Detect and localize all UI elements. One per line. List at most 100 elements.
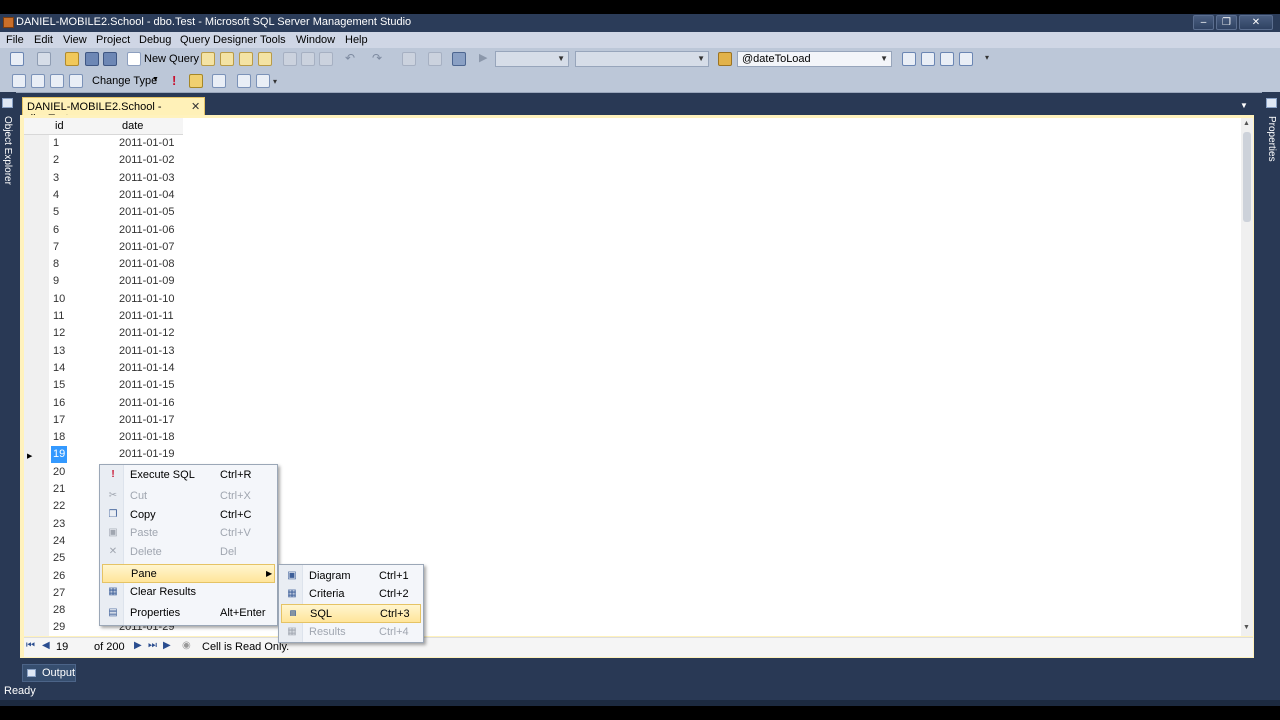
cell-date[interactable]: 2011-01-14 xyxy=(119,360,174,377)
mdx-query-icon[interactable] xyxy=(239,52,253,66)
cell-id[interactable]: 16 xyxy=(53,395,65,412)
menu-debug[interactable]: Debug xyxy=(139,34,171,46)
open-file-icon[interactable] xyxy=(65,52,79,66)
cell-id[interactable]: 18 xyxy=(53,429,65,446)
tab-list-dropdown-icon[interactable]: ▼ xyxy=(1240,101,1250,110)
cell-date[interactable]: 2011-01-19 xyxy=(119,446,174,463)
column-header-date[interactable]: date xyxy=(116,118,183,135)
cell-date[interactable]: 2011-01-07 xyxy=(119,239,174,256)
cell-date[interactable]: 2011-01-01 xyxy=(119,135,174,152)
menu-edit[interactable]: Edit xyxy=(34,34,53,46)
change-type-button[interactable]: Change Type xyxy=(92,75,157,87)
cell-date[interactable]: 2011-01-03 xyxy=(119,170,174,187)
menu-query-designer[interactable]: Query Designer xyxy=(180,34,257,46)
cell-id[interactable]: 27 xyxy=(53,585,65,602)
close-tab-icon[interactable]: ✕ xyxy=(191,100,200,113)
add-item-icon[interactable] xyxy=(37,52,51,66)
previous-record-icon[interactable]: ◀ xyxy=(42,640,50,651)
cell-id[interactable]: 12 xyxy=(53,325,65,342)
show-sql-pane-icon[interactable] xyxy=(50,74,64,88)
solution-configuration-combo[interactable]: ▼ xyxy=(495,51,569,67)
last-record-icon[interactable]: ⏭ xyxy=(148,640,157,651)
ssms-app-icon[interactable] xyxy=(3,17,14,28)
cell-id[interactable]: 19 xyxy=(51,446,68,463)
solution-platform-combo[interactable]: ▼ xyxy=(575,51,709,67)
properties-tab[interactable]: Properties xyxy=(1266,116,1277,162)
menu-file[interactable]: File xyxy=(6,34,24,46)
cell-id[interactable]: 24 xyxy=(53,533,65,550)
database-engine-query-icon[interactable] xyxy=(201,52,215,66)
template-explorer-icon[interactable] xyxy=(940,52,954,66)
cell-id[interactable]: 9 xyxy=(53,273,59,290)
cell-date[interactable]: 2011-01-05 xyxy=(119,204,174,221)
xmla-query-icon[interactable] xyxy=(258,52,272,66)
menu-item-clear-results[interactable]: ▦ Clear Results xyxy=(102,583,275,602)
cell-date[interactable]: 2011-01-12 xyxy=(119,325,174,342)
new-record-icon[interactable]: ▶ xyxy=(163,640,171,651)
toolbar-options-icon[interactable]: ▾ xyxy=(985,53,989,62)
paste-toolbar-icon[interactable] xyxy=(319,52,333,66)
add-derived-table-icon[interactable] xyxy=(256,74,270,88)
save-all-icon[interactable] xyxy=(103,52,117,66)
first-record-icon[interactable]: ⏮ xyxy=(26,640,35,651)
verify-sql-icon[interactable] xyxy=(189,74,203,88)
cell-id[interactable]: 1 xyxy=(53,135,59,152)
cell-date[interactable]: 2011-01-16 xyxy=(119,395,174,412)
menu-item-copy[interactable]: ❐ Copy Ctrl+C xyxy=(102,506,275,525)
cell-id[interactable]: 23 xyxy=(53,516,65,533)
current-record-field[interactable]: 19 xyxy=(56,641,68,653)
menu-project[interactable]: Project xyxy=(96,34,130,46)
results-vertical-scrollbar[interactable]: ▲ ▼ xyxy=(1241,118,1253,636)
print-icon[interactable] xyxy=(452,52,466,66)
cell-id[interactable]: 29 xyxy=(53,619,65,636)
cell-id[interactable]: 10 xyxy=(53,291,65,308)
start-debugging-icon[interactable]: ▶ xyxy=(479,51,487,64)
cell-id[interactable]: 26 xyxy=(53,568,65,585)
menu-help[interactable]: Help xyxy=(345,34,368,46)
grid-corner-header[interactable] xyxy=(24,118,49,135)
redo-icon[interactable]: ↷ xyxy=(372,51,382,65)
cell-date[interactable]: 2011-01-13 xyxy=(119,343,174,360)
cut-toolbar-icon[interactable] xyxy=(283,52,297,66)
new-query-icon[interactable] xyxy=(127,52,141,66)
cell-date[interactable]: 2011-01-08 xyxy=(119,256,174,273)
find-combo[interactable]: @dateToLoad ▼ xyxy=(737,51,892,67)
submenu-item-criteria[interactable]: ▦ Criteria Ctrl+2 xyxy=(281,585,421,604)
scrollbar-thumb[interactable] xyxy=(1243,132,1251,222)
find-in-files-icon[interactable] xyxy=(718,52,732,66)
cell-date[interactable]: 2011-01-17 xyxy=(119,412,174,429)
properties-tab-icon[interactable] xyxy=(1266,98,1277,108)
add-table-icon[interactable] xyxy=(237,74,251,88)
object-explorer-tab[interactable]: Object Explorer xyxy=(2,116,13,185)
menu-window[interactable]: Window xyxy=(296,34,335,46)
cell-date[interactable]: 2011-01-10 xyxy=(119,291,174,308)
properties-window-icon[interactable] xyxy=(959,52,973,66)
cell-id[interactable]: 22 xyxy=(53,498,65,515)
submenu-item-results[interactable]: ▦ Results Ctrl+4 xyxy=(281,623,421,642)
cell-id[interactable]: 7 xyxy=(53,239,59,256)
menu-item-execute-sql[interactable]: ! Execute SQL Ctrl+R xyxy=(102,466,275,485)
registered-servers-icon[interactable] xyxy=(902,52,916,66)
cell-date[interactable]: 2011-01-06 xyxy=(119,222,174,239)
cell-id[interactable]: 2 xyxy=(53,152,59,169)
cell-id[interactable]: 25 xyxy=(53,550,65,567)
cell-id[interactable]: 13 xyxy=(53,343,65,360)
group-by-icon[interactable] xyxy=(212,74,226,88)
next-record-icon[interactable]: ▶ xyxy=(134,640,142,651)
cell-date[interactable]: 2011-01-09 xyxy=(119,273,174,290)
menu-item-delete[interactable]: ✕ Delete Del xyxy=(102,543,275,562)
document-tab[interactable]: DANIEL-MOBILE2.School - dbo.Test ✕ xyxy=(22,97,205,125)
maximize-button[interactable]: ❐ xyxy=(1216,15,1237,30)
menu-view[interactable]: View xyxy=(63,34,87,46)
cell-date[interactable]: 2011-01-02 xyxy=(119,152,174,169)
show-results-pane-icon[interactable] xyxy=(69,74,83,88)
stop-icon[interactable]: ◉ xyxy=(182,640,191,651)
object-explorer-icon[interactable] xyxy=(921,52,935,66)
cell-id[interactable]: 17 xyxy=(53,412,65,429)
cell-id[interactable]: 28 xyxy=(53,602,65,619)
cell-id[interactable]: 3 xyxy=(53,170,59,187)
menu-item-properties[interactable]: ▤ Properties Alt+Enter xyxy=(102,604,275,623)
cell-date[interactable]: 2011-01-11 xyxy=(119,308,174,325)
cell-id[interactable]: 4 xyxy=(53,187,59,204)
copy-toolbar-icon[interactable] xyxy=(301,52,315,66)
